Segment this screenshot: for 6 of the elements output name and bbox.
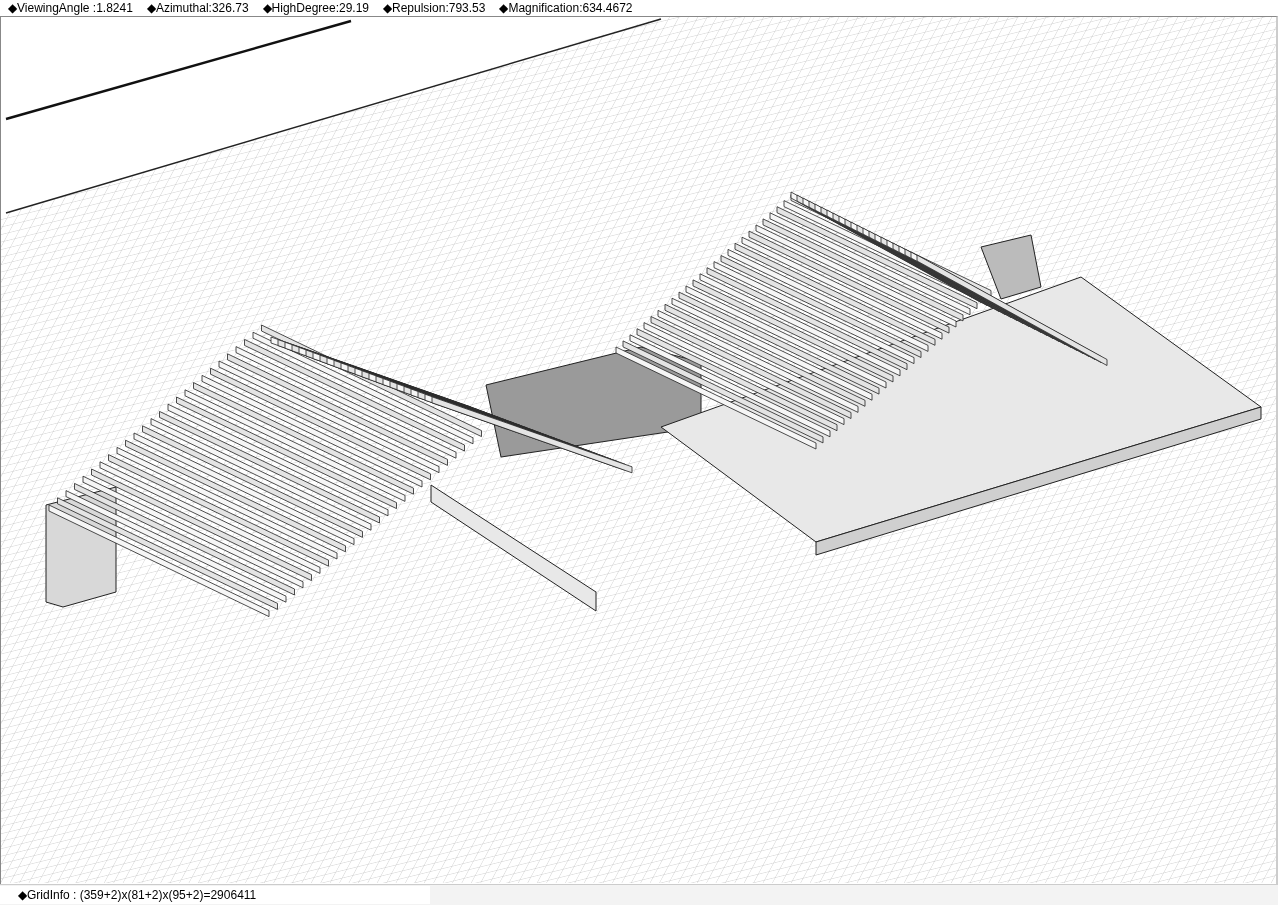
grid-info-text: ◆GridInfo : (359+2)x(81+2)x(95+2)=2906411 [0, 886, 430, 904]
readout-text: ◆HighDegree:29.19 [262, 1, 369, 15]
readout-text: ◆Magnification:634.4672 [499, 1, 633, 15]
readout-text: ◆Repulsion:793.53 [383, 1, 486, 15]
readout-text: ◆ViewingAngle :1.8241 [8, 1, 133, 15]
readout-text: ◆Azimuthal:326.73 [146, 1, 249, 15]
